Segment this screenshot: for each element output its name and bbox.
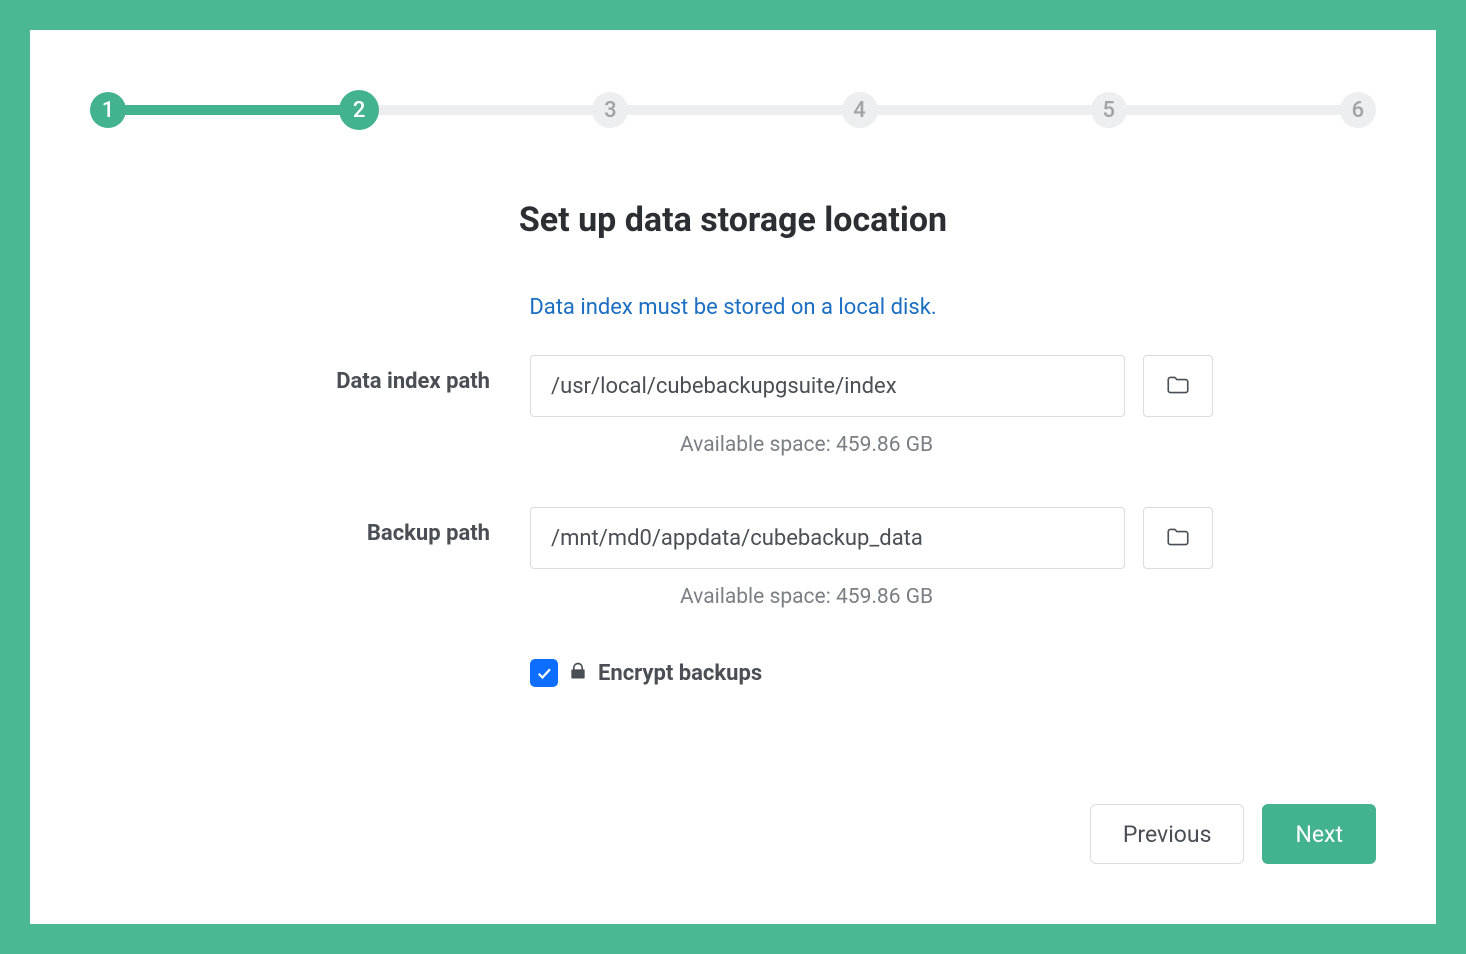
- step-6: 6: [1340, 92, 1376, 128]
- input-line-data-index: [530, 355, 1376, 417]
- control-data-index: Available space: 459.86 GB: [530, 355, 1376, 457]
- row-backup-path: Backup path Available space: 459.86 GB: [90, 507, 1376, 609]
- stepper-steps: 1 2 3 4 5 6: [90, 90, 1376, 130]
- check-icon: [535, 664, 553, 682]
- footer-buttons: Previous Next: [1090, 804, 1376, 864]
- data-index-path-input[interactable]: [530, 355, 1125, 417]
- progress-stepper: 1 2 3 4 5 6: [90, 90, 1376, 130]
- step-4: 4: [842, 92, 878, 128]
- label-data-index: Data index path: [90, 355, 530, 394]
- label-backup-path: Backup path: [90, 507, 530, 546]
- browse-data-index-button[interactable]: [1143, 355, 1213, 417]
- encrypt-row: Encrypt backups: [530, 659, 1376, 687]
- input-line-backup-path: [530, 507, 1376, 569]
- info-text: Data index must be stored on a local dis…: [90, 295, 1376, 320]
- encrypt-checkbox[interactable]: [530, 659, 558, 687]
- backup-path-input[interactable]: [530, 507, 1125, 569]
- control-backup-path: Available space: 459.86 GB: [530, 507, 1376, 609]
- backup-path-available-space: Available space: 459.86 GB: [530, 585, 1376, 609]
- lock-icon: [568, 661, 588, 685]
- next-button[interactable]: Next: [1262, 804, 1376, 864]
- previous-button[interactable]: Previous: [1090, 804, 1245, 864]
- step-3: 3: [592, 92, 628, 128]
- browse-backup-path-button[interactable]: [1143, 507, 1213, 569]
- data-index-available-space: Available space: 459.86 GB: [530, 433, 1376, 457]
- folder-icon: [1165, 524, 1191, 553]
- step-2[interactable]: 2: [339, 90, 379, 130]
- step-1[interactable]: 1: [90, 92, 126, 128]
- step-5: 5: [1091, 92, 1127, 128]
- row-data-index: Data index path Available space: 459.86 …: [90, 355, 1376, 457]
- setup-card: 1 2 3 4 5 6 Set up data storage location…: [30, 30, 1436, 924]
- folder-icon: [1165, 372, 1191, 401]
- page-title: Set up data storage location: [90, 200, 1376, 240]
- encrypt-label: Encrypt backups: [598, 661, 762, 686]
